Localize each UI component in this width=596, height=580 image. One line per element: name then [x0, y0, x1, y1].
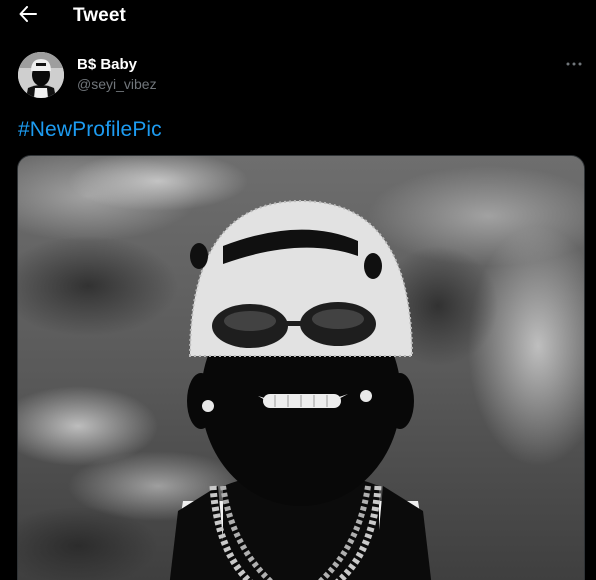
back-button[interactable]	[14, 4, 42, 28]
author-handle[interactable]: @seyi_vibez	[77, 76, 157, 92]
hashtag-link[interactable]: #NewProfilePic	[18, 118, 162, 142]
page-title: Tweet	[73, 5, 126, 26]
avatar[interactable]	[18, 52, 64, 98]
arrow-left-icon	[19, 5, 37, 27]
author-display-name[interactable]: B$ Baby	[77, 56, 137, 73]
tweet-detail-view: Tweet B$ Baby @seyi_vibez #NewProfilePic	[0, 0, 596, 580]
more-options-button[interactable]	[563, 52, 585, 74]
tweet-photo[interactable]	[17, 155, 585, 580]
top-bar: Tweet	[0, 0, 596, 36]
tweet-author: B$ Baby @seyi_vibez	[18, 52, 582, 102]
more-horizontal-icon	[566, 54, 582, 72]
